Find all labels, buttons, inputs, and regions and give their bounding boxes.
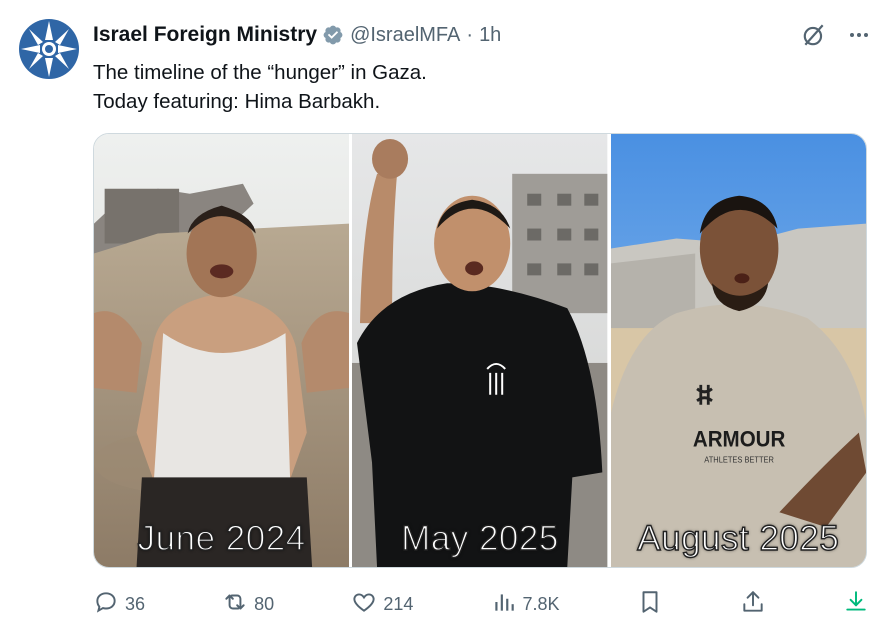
panel-photo	[94, 134, 350, 567]
verified-badge-icon[interactable]	[322, 24, 344, 46]
avatar[interactable]	[18, 18, 80, 80]
more-icon[interactable]	[847, 23, 871, 47]
panel-photo: ARMOUR ATHLETES BETTER	[610, 134, 866, 567]
separator-dot: ·	[466, 23, 474, 46]
shirt-brand-text: ARMOUR	[693, 427, 786, 452]
tweet-text-line: Today featuring: Hima Barbakh.	[93, 90, 381, 113]
repost-button[interactable]: 80	[222, 589, 274, 620]
author-name[interactable]: Israel Foreign Ministry	[93, 23, 317, 47]
reply-button[interactable]: 36	[93, 589, 145, 620]
tweet-text: The timeline of the “hunger” in Gaza. To…	[93, 58, 853, 116]
views-count: 7.8K	[522, 593, 560, 614]
shirt-subtext: ATHLETES BETTER	[704, 455, 774, 464]
tweet-top-actions	[801, 22, 871, 48]
israel-mfa-logo	[19, 19, 79, 79]
repost-count: 80	[254, 593, 275, 614]
tweet-time[interactable]: 1h	[479, 24, 501, 47]
panel-photo	[352, 134, 608, 567]
bookmark-icon	[637, 589, 663, 620]
media-panel[interactable]: May 2025	[352, 134, 608, 567]
reply-icon	[93, 589, 119, 620]
tweet-text-line: The timeline of the “hunger” in Gaza.	[93, 61, 427, 84]
views-button[interactable]: 7.8K	[491, 589, 560, 620]
panel-date-label: August 2025	[637, 518, 840, 558]
panel-date-label: June 2024	[137, 518, 306, 558]
like-button[interactable]: 214	[351, 589, 413, 620]
share-button[interactable]	[740, 589, 766, 620]
download-button[interactable]	[843, 589, 869, 620]
reply-count: 36	[125, 593, 146, 614]
bookmark-button[interactable]	[637, 589, 663, 620]
share-icon	[740, 589, 766, 620]
grok-icon[interactable]	[801, 22, 827, 48]
panel-date-label: May 2025	[400, 518, 559, 558]
tweet-action-bar: 36 80 214 7.8K	[93, 586, 869, 622]
download-icon	[843, 589, 869, 620]
tweet-media[interactable]: June 2024 May 2025 ARMOUR ATHLETES BETTE…	[93, 133, 867, 568]
views-icon	[491, 589, 517, 620]
heart-icon	[351, 589, 377, 620]
author-handle[interactable]: @IsraelMFA	[350, 24, 460, 47]
media-panel[interactable]: ARMOUR ATHLETES BETTER August 2025	[610, 134, 866, 567]
like-count: 214	[383, 593, 414, 614]
media-panel[interactable]: June 2024	[94, 134, 350, 567]
tweet-header: Israel Foreign Ministry @IsraelMFA · 1h	[93, 22, 501, 48]
repost-icon	[222, 589, 248, 620]
